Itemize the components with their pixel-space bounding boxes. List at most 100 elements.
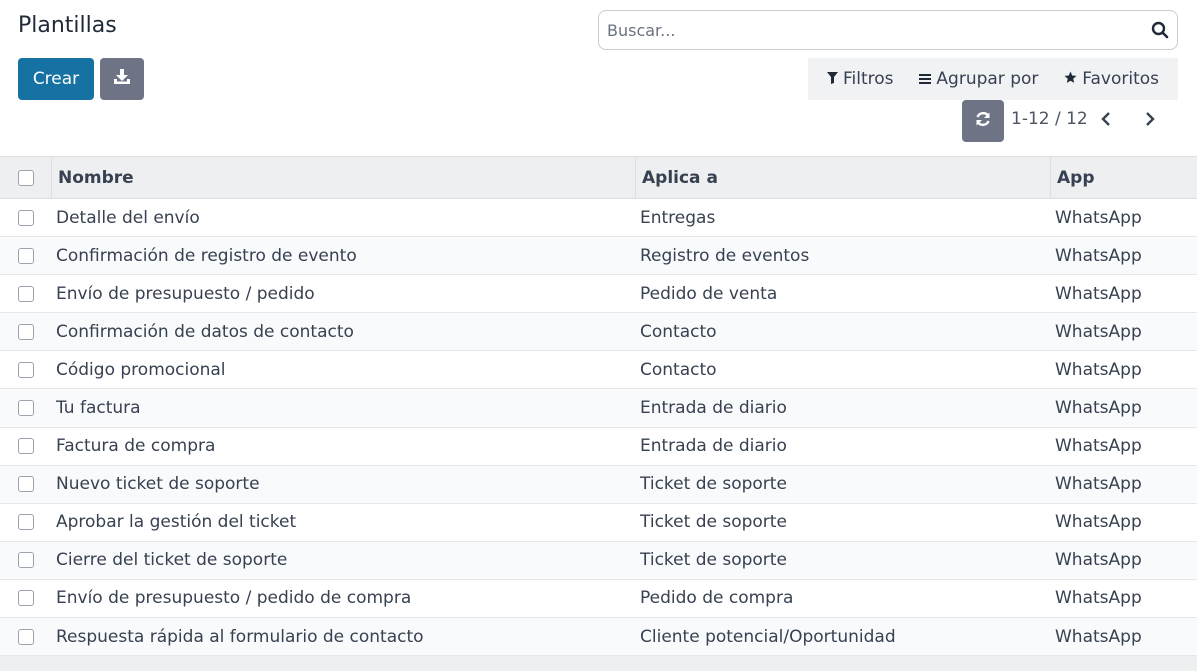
- table-row[interactable]: Confirmación de datos de contacto Contact…: [0, 313, 1197, 352]
- cell-applies-to: Ticket de soporte: [640, 512, 787, 533]
- cell-app: WhatsApp: [1055, 283, 1142, 304]
- row-checkbox[interactable]: [17, 476, 34, 493]
- pager-value[interactable]: 1-12 / 12: [1011, 109, 1088, 129]
- row-select-cell: [0, 428, 51, 465]
- cell-app: WhatsApp: [1055, 550, 1142, 571]
- search-icon[interactable]: [1143, 11, 1177, 49]
- cell-app: WhatsApp: [1055, 474, 1142, 495]
- cell-applies-to: Cliente potencial/Oportunidad: [640, 626, 896, 647]
- cell-app: WhatsApp: [1055, 398, 1142, 419]
- row-checkbox[interactable]: [17, 323, 34, 340]
- row-checkbox[interactable]: [17, 590, 34, 607]
- table-row[interactable]: Código promocional Contacto WhatsApp: [0, 351, 1197, 390]
- refresh-button[interactable]: [962, 100, 1004, 142]
- table-row[interactable]: Detalle del envío Entregas WhatsApp: [0, 199, 1197, 238]
- row-checkbox[interactable]: [17, 247, 34, 264]
- cell-applies-to: Registro de eventos: [640, 245, 810, 266]
- cell-applies-to: Ticket de soporte: [640, 550, 787, 571]
- column-header-name[interactable]: Nombre: [51, 157, 635, 198]
- search-panel-toggles: Filtros Agrupar por Favoritos: [808, 58, 1178, 100]
- cell-name: Confirmación de datos de contacto: [56, 321, 354, 342]
- search-box: [598, 10, 1178, 50]
- cell-name: Cierre del ticket de soporte: [56, 550, 288, 571]
- cell-applies-to: Contacto: [640, 321, 717, 342]
- cell-name: Envío de presupuesto / pedido: [56, 283, 315, 304]
- table-body: Detalle del envío Entregas WhatsApp Confirm…: [0, 199, 1197, 657]
- table-row[interactable]: Tu factura Entrada de diario WhatsApp: [0, 389, 1197, 428]
- row-select-cell: [0, 580, 51, 617]
- row-select-cell: [0, 237, 51, 274]
- row-checkbox[interactable]: [17, 361, 34, 378]
- cell-name: Nuevo ticket de soporte: [56, 474, 260, 495]
- cell-applies-to: Ticket de soporte: [640, 474, 787, 495]
- cell-applies-to: Entrada de diario: [640, 398, 787, 419]
- cell-name: Aprobar la gestión del ticket: [56, 512, 297, 533]
- row-select-cell: [0, 466, 51, 503]
- table-row[interactable]: Nuevo ticket de soporte Ticket de soporte…: [0, 465, 1197, 504]
- table-row[interactable]: Aprobar la gestión del ticket Ticket de s…: [0, 503, 1197, 542]
- row-checkbox[interactable]: [17, 285, 34, 302]
- search-input[interactable]: [599, 11, 1143, 49]
- cell-name: Factura de compra: [56, 436, 216, 457]
- cell-app: WhatsApp: [1055, 436, 1142, 457]
- select-all-cell: [0, 157, 51, 198]
- row-checkbox[interactable]: [17, 552, 34, 569]
- pager-previous-button[interactable]: [1091, 106, 1121, 136]
- row-checkbox[interactable]: [17, 209, 34, 226]
- cell-applies-to: Entrada de diario: [640, 436, 787, 457]
- column-header-applies-to[interactable]: Aplica a: [635, 157, 1050, 198]
- cell-applies-to: Pedido de compra: [640, 588, 794, 609]
- cell-name: Envío de presupuesto / pedido de compra: [56, 588, 412, 609]
- select-all-checkbox[interactable]: [17, 169, 34, 186]
- row-select-cell: [0, 618, 51, 655]
- row-select-cell: [0, 504, 51, 541]
- group-by-label: Agrupar por: [936, 69, 1039, 89]
- download-button[interactable]: [100, 58, 144, 100]
- cell-name: Código promocional: [56, 359, 226, 380]
- table-row[interactable]: Confirmación de registro de evento Regist…: [0, 237, 1197, 276]
- row-select-cell: [0, 351, 51, 388]
- bars-icon: [919, 69, 932, 89]
- table-row[interactable]: Cierre del ticket de soporte Ticket de so…: [0, 541, 1197, 580]
- cell-applies-to: Contacto: [640, 359, 717, 380]
- cell-app: WhatsApp: [1055, 512, 1142, 533]
- table-row[interactable]: Respuesta rápida al formulario de contac…: [0, 618, 1197, 657]
- cell-name: Tu factura: [56, 398, 141, 419]
- cell-name: Confirmación de registro de evento: [56, 245, 357, 266]
- favorites-toggle[interactable]: Favoritos: [1064, 69, 1159, 89]
- cell-app: WhatsApp: [1055, 207, 1142, 228]
- row-select-cell: [0, 389, 51, 426]
- pager-next-button[interactable]: [1135, 106, 1165, 136]
- chevron-right-icon: [1145, 111, 1155, 131]
- filters-label: Filtros: [842, 69, 894, 89]
- table-row[interactable]: Envío de presupuesto / pedido Pedido de v…: [0, 275, 1197, 314]
- cell-app: WhatsApp: [1055, 321, 1142, 342]
- cell-app: WhatsApp: [1055, 245, 1142, 266]
- cell-applies-to: Pedido de venta: [640, 283, 778, 304]
- table-footer: [0, 656, 1197, 671]
- cell-app: WhatsApp: [1055, 626, 1142, 647]
- cell-applies-to: Entregas: [640, 207, 716, 228]
- table-row[interactable]: Factura de compra Entrada de diario WhatsA…: [0, 427, 1197, 466]
- row-checkbox[interactable]: [17, 514, 34, 531]
- column-header-app[interactable]: App: [1050, 157, 1197, 198]
- cell-app: WhatsApp: [1055, 359, 1142, 380]
- create-button[interactable]: Crear: [18, 58, 94, 100]
- favorites-label: Favoritos: [1082, 69, 1160, 89]
- filters-toggle[interactable]: Filtros: [826, 69, 894, 89]
- cell-name: Detalle del envío: [56, 207, 200, 228]
- download-icon: [113, 68, 131, 90]
- row-checkbox[interactable]: [17, 400, 34, 417]
- chevron-left-icon: [1101, 111, 1111, 131]
- row-checkbox[interactable]: [17, 438, 34, 455]
- filter-icon: [826, 69, 838, 89]
- row-select-cell: [0, 542, 51, 579]
- page-title: Plantillas: [18, 13, 117, 38]
- templates-table: Nombre Aplica a App Detalle del envío Ent…: [0, 156, 1197, 657]
- row-checkbox[interactable]: [17, 628, 34, 645]
- cell-name: Respuesta rápida al formulario de contac…: [56, 626, 424, 647]
- table-row[interactable]: Envío de presupuesto / pedido de compra P…: [0, 579, 1197, 619]
- refresh-icon: [974, 110, 992, 132]
- row-select-cell: [0, 313, 51, 350]
- group-by-toggle[interactable]: Agrupar por: [919, 69, 1038, 89]
